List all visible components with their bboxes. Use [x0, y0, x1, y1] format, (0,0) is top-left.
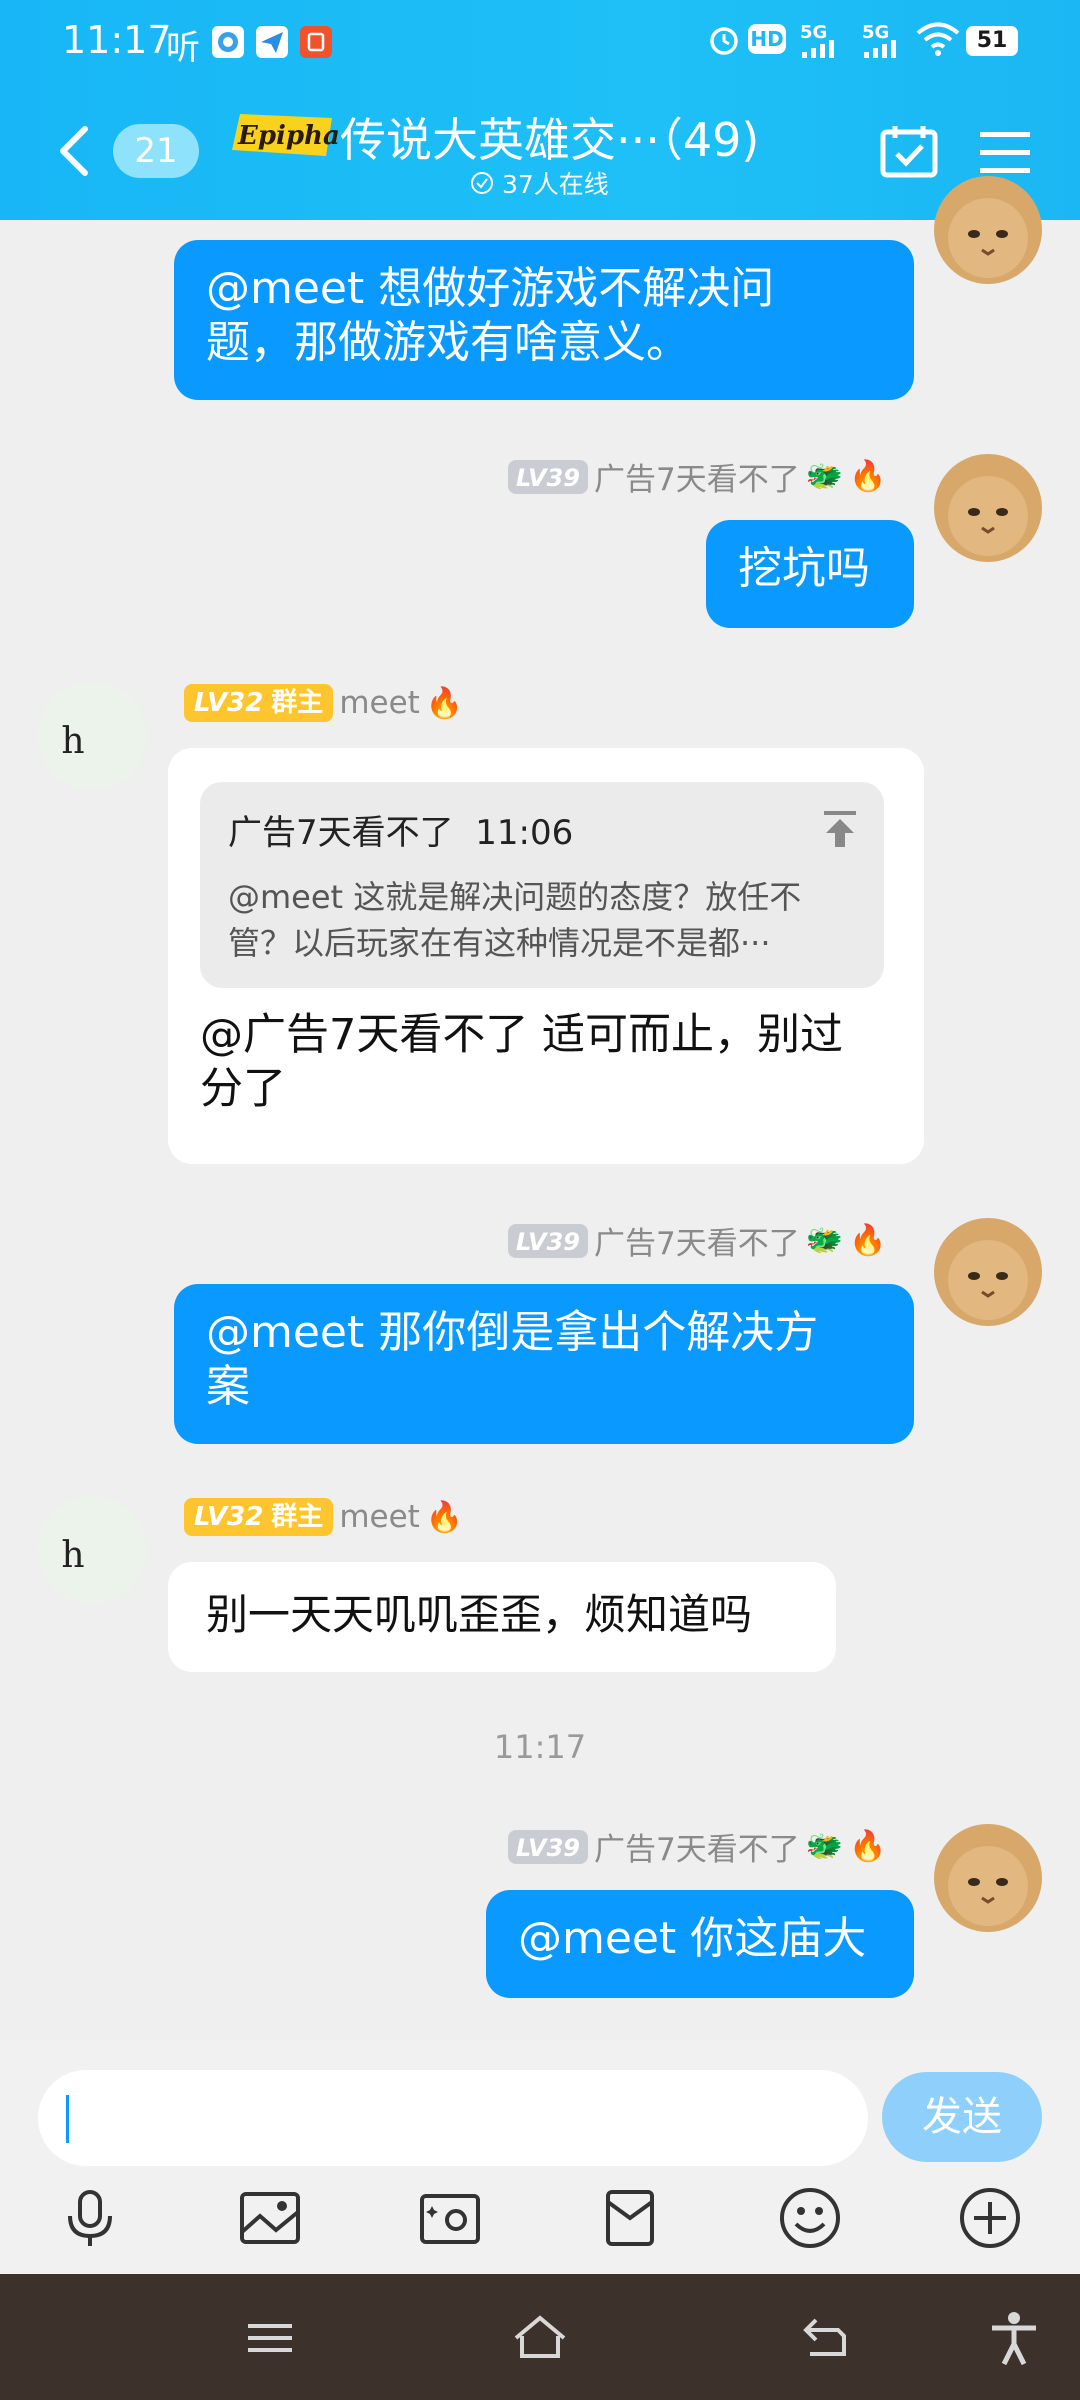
- fire-icon: 🔥: [849, 1223, 887, 1258]
- sender-meta: LV32 群主 meet 🔥: [184, 1498, 463, 1536]
- calendar-check-icon[interactable]: [880, 124, 938, 178]
- plus-icon[interactable]: [958, 2186, 1022, 2250]
- group-title[interactable]: 传说大英雄交···（49): [340, 104, 759, 170]
- send-button[interactable]: 发送: [882, 2072, 1042, 2162]
- home-icon[interactable]: [512, 2310, 568, 2366]
- message-input[interactable]: [38, 2070, 868, 2166]
- camera-icon[interactable]: [418, 2186, 482, 2250]
- battery-indicator: 51: [966, 26, 1018, 56]
- level-badge: LV39: [508, 459, 588, 494]
- timestamp-divider: 11:17: [493, 1728, 587, 1766]
- avatar[interactable]: [934, 454, 1042, 562]
- message-bubble[interactable]: 别一天天叽叽歪歪，烦知道吗: [168, 1562, 836, 1672]
- mic-icon[interactable]: [58, 2186, 122, 2250]
- avatar[interactable]: [934, 176, 1042, 284]
- dragon-icon: 🐲: [805, 1829, 844, 1864]
- notification-app-icon-2: [300, 26, 332, 58]
- role-text: 群主: [271, 688, 324, 718]
- message-text-line: @meet 想做好游戏不解决问: [206, 263, 775, 314]
- online-icon: [471, 172, 493, 194]
- message-bubble[interactable]: @meet 想做好游戏不解决问 题，那做游戏有啥意义。: [174, 240, 914, 400]
- text-caret: [66, 2095, 69, 2143]
- message-text: 挖坑吗: [738, 543, 870, 594]
- online-status: 37人在线: [470, 165, 609, 201]
- jump-to-top-icon[interactable]: [822, 808, 858, 862]
- avatar[interactable]: h: [38, 1496, 146, 1604]
- message-text: 别一天天叽叽歪歪，烦知道吗: [206, 1590, 753, 1639]
- avatar-letter: h: [61, 720, 85, 762]
- fire-icon: 🔥: [425, 685, 464, 721]
- sender-meta: LV39 广告7天看不了 🐲 🔥: [508, 454, 886, 499]
- quoted-message[interactable]: 广告7天看不了 11:06 @meet 这就是解决问题的态度？放任不 管？以后玩…: [200, 782, 884, 988]
- back-nav-icon[interactable]: [798, 2310, 854, 2366]
- avatar-letter: h: [61, 1534, 85, 1576]
- accessibility-icon[interactable]: [986, 2310, 1042, 2366]
- quote-body: @meet 这就是解决问题的态度？放任不 管？以后玩家在有这种情况是不是都···: [228, 874, 856, 966]
- message-bubble[interactable]: 广告7天看不了 11:06 @meet 这就是解决问题的态度？放任不 管？以后玩…: [168, 748, 924, 1164]
- sender-meta: LV32 群主 meet 🔥: [184, 684, 463, 722]
- red-packet-icon[interactable]: [598, 2186, 662, 2250]
- fire-icon: 🔥: [849, 1829, 887, 1864]
- sender-name[interactable]: 广告7天看不了: [594, 1218, 800, 1263]
- quote-line: @meet 这就是解决问题的态度？放任不: [228, 878, 802, 916]
- level-badge: LV39: [508, 1223, 588, 1258]
- menu-icon[interactable]: [980, 130, 1030, 174]
- status-time: 11:17: [62, 18, 172, 62]
- back-icon[interactable]: [55, 125, 95, 177]
- emoji-icon[interactable]: [778, 2186, 842, 2250]
- message-text: @meet 你这庙大: [518, 1913, 867, 1964]
- message-text-line: 分了: [200, 1064, 286, 1114]
- recent-apps-icon[interactable]: [242, 2310, 298, 2366]
- svg-text:Epiphany: Epiphany: [237, 121, 338, 151]
- dragon-icon: 🐲: [805, 459, 844, 494]
- message-bubble[interactable]: @meet 那你倒是拿出个解决方 案: [174, 1284, 914, 1444]
- quote-header: 广告7天看不了 11:06: [228, 806, 856, 860]
- level-badge: LV32 群主: [184, 684, 334, 722]
- sender-meta: LV39 广告7天看不了 🐲 🔥: [508, 1218, 886, 1263]
- message-text-line: 案: [206, 1361, 250, 1412]
- level-badge: LV39: [508, 1829, 588, 1864]
- signal-icon-1: [802, 40, 844, 62]
- dragon-icon: 🐲: [805, 1223, 844, 1258]
- sender-meta: LV39 广告7天看不了 🐲 🔥: [508, 1824, 886, 1869]
- message-bubble[interactable]: 挖坑吗: [706, 520, 914, 628]
- online-count: 37人在线: [502, 170, 609, 199]
- message-bubble[interactable]: @meet 你这庙大: [486, 1890, 914, 1998]
- wifi-icon: [916, 22, 960, 60]
- avatar[interactable]: [934, 1218, 1042, 1326]
- hd-badge: HD: [748, 24, 786, 54]
- image-icon[interactable]: [238, 2186, 302, 2250]
- message-text-line: @meet 那你倒是拿出个解决方: [206, 1307, 819, 1358]
- group-logo: Epiphany: [228, 104, 376, 164]
- avatar[interactable]: h: [38, 682, 146, 790]
- fire-icon: 🔥: [425, 1499, 464, 1535]
- sender-name[interactable]: meet: [339, 685, 420, 721]
- role-text: 群主: [271, 1502, 324, 1532]
- quote-line: 管？以后玩家在有这种情况是不是都···: [228, 924, 771, 962]
- notification-app-icon: [212, 26, 244, 58]
- quote-time: 11:06: [475, 813, 574, 853]
- level-text: LV32: [194, 688, 264, 718]
- fire-icon: 🔥: [849, 459, 887, 494]
- sender-name[interactable]: meet: [339, 1499, 420, 1535]
- message-text-line: @广告7天看不了 适可而止，别过: [200, 1010, 844, 1060]
- avatar[interactable]: [934, 1824, 1042, 1932]
- notification-send-icon: [256, 26, 288, 58]
- alarm-icon: [706, 22, 742, 62]
- sender-name[interactable]: 广告7天看不了: [594, 1824, 800, 1869]
- message-text-line: 题，那做游戏有啥意义。: [206, 317, 690, 368]
- sender-name[interactable]: 广告7天看不了: [594, 454, 800, 499]
- signal-icon-2: [864, 40, 906, 62]
- status-app-label: 听: [166, 28, 200, 68]
- unread-count-badge[interactable]: 21: [113, 124, 199, 178]
- level-text: LV32: [194, 1502, 264, 1532]
- chat-header: 11:17 听 HD 5G 5G 51 21 Epiphany 传说大英雄交··…: [0, 0, 1080, 220]
- level-badge: LV32 群主: [184, 1498, 334, 1536]
- message-text: @广告7天看不了 适可而止，别过 分了: [200, 1008, 892, 1116]
- quote-author: 广告7天看不了: [228, 813, 454, 853]
